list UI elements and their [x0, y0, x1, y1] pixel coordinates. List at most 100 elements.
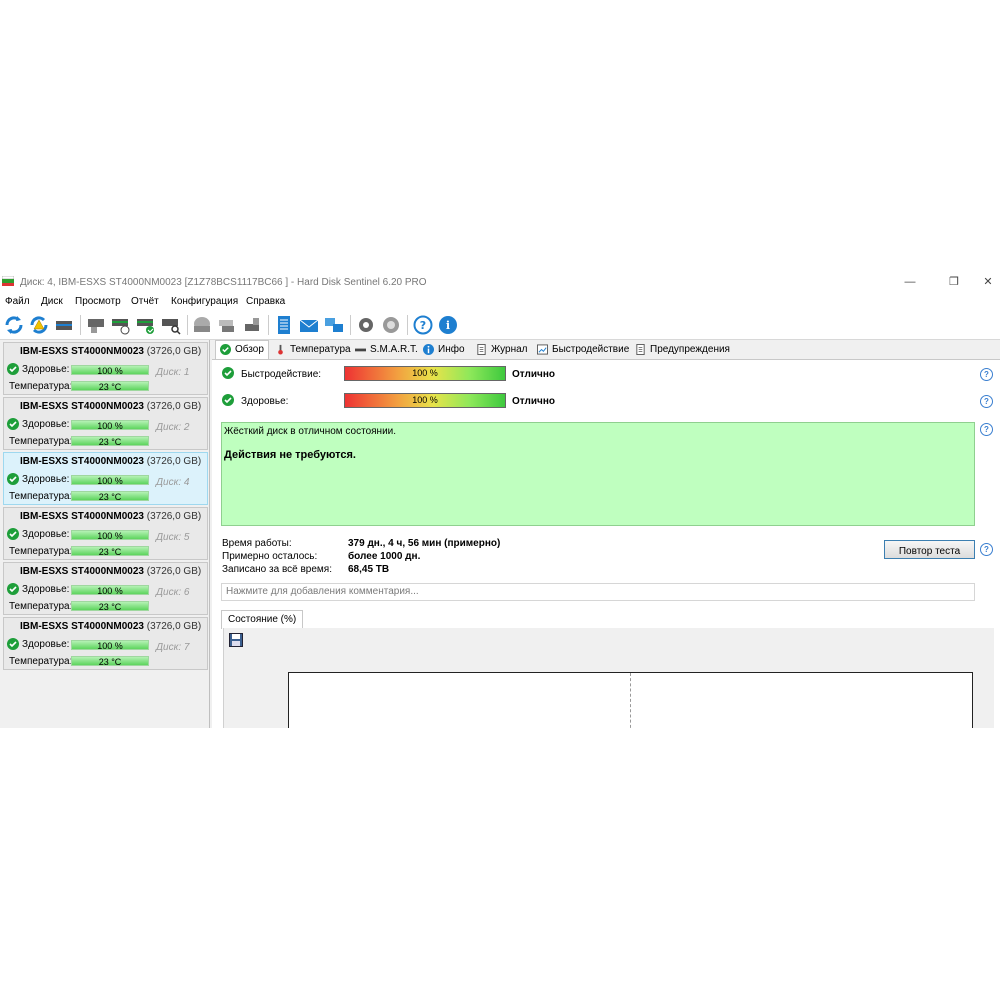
status-chart-area [288, 672, 973, 728]
tab-overview[interactable]: Обзор [215, 340, 269, 360]
temperature-bar: 23 °C [71, 546, 149, 557]
sound-icon[interactable] [380, 314, 402, 336]
disk-number: Диск: 6 [156, 587, 190, 598]
disk-model: IBM-ESXS ST4000NM0023 [20, 456, 144, 467]
drive-alt-icon[interactable] [241, 314, 263, 336]
settings-icon[interactable] [355, 314, 377, 336]
health-bar: 100 % [344, 393, 506, 408]
menu-file[interactable]: Файл [5, 296, 30, 307]
refresh-icon[interactable] [3, 314, 25, 336]
menu-view[interactable]: Просмотр [75, 296, 121, 307]
tab-label: Быстродействие [552, 344, 630, 355]
health-label: Здоровье: [22, 474, 70, 485]
info-icon[interactable]: i [437, 314, 459, 336]
comment-field[interactable]: Нажмите для добавления комментария... [221, 583, 975, 601]
tab-label: Журнал [491, 344, 528, 355]
refresh-warning-icon[interactable] [28, 314, 50, 336]
title-bar[interactable]: Диск: 4, IBM-ESXS ST4000NM0023 [Z1Z78BCS… [0, 272, 1000, 293]
health-label: Здоровье: [22, 364, 70, 375]
status-box: Жёсткий диск в отличном состоянии. Дейст… [221, 422, 975, 526]
disk-list: IBM-ESXS ST4000NM0023 (3726,0 GB) Здоровь… [0, 340, 210, 728]
minimize-button[interactable]: — [892, 272, 928, 293]
menu-configuration[interactable]: Конфигурация [171, 296, 238, 307]
drive-icon[interactable] [191, 314, 213, 336]
disk-number: Диск: 5 [156, 532, 190, 543]
disk-item[interactable]: IBM-ESXS ST4000NM0023 (3726,0 GB) Здоровь… [3, 452, 208, 505]
report-icon[interactable] [273, 314, 295, 336]
disk-item[interactable]: IBM-ESXS ST4000NM0023 (3726,0 GB) Здоровь… [3, 562, 208, 615]
disk-name: IBM-ESXS ST4000NM0023 (3726,0 GB) [20, 401, 201, 412]
help-icon[interactable]: ? [980, 423, 993, 436]
disk-model: IBM-ESXS ST4000NM0023 [20, 401, 144, 412]
temperature-bar: 23 °C [71, 601, 149, 612]
disk-model: IBM-ESXS ST4000NM0023 [20, 566, 144, 577]
disk-search-icon[interactable] [160, 314, 182, 336]
retest-button[interactable]: Повтор теста [884, 540, 975, 559]
tab-performance[interactable]: Быстродействие [537, 341, 629, 359]
help-icon[interactable]: ? [980, 395, 993, 408]
chart-icon [537, 344, 548, 355]
disk-item[interactable]: IBM-ESXS ST4000NM0023 (3726,0 GB) Здоровь… [3, 507, 208, 560]
performance-bar: 100 % [344, 366, 506, 381]
disk-item[interactable]: IBM-ESXS ST4000NM0023 (3726,0 GB) Здоровь… [3, 397, 208, 450]
remaining-label: Примерно осталось: [222, 551, 318, 562]
toolbar-separator [350, 315, 351, 335]
remaining-value: более 1000 дн. [348, 551, 421, 562]
status-text: Жёсткий диск в отличном состоянии. [224, 426, 397, 437]
chart-gridline [630, 673, 631, 728]
close-button[interactable]: ✕ [970, 272, 1000, 293]
tab-temperature[interactable]: Температура [275, 341, 351, 359]
disk-size: (3726,0 GB) [146, 566, 202, 577]
health-bar: 100 % [71, 420, 149, 431]
menu-report[interactable]: Отчёт [131, 296, 159, 307]
drives-icon[interactable] [216, 314, 238, 336]
disk-number: Диск: 2 [156, 422, 190, 433]
check-icon [7, 473, 19, 485]
tab-log[interactable]: Журнал [476, 341, 528, 359]
temperature-bar: 23 °C [71, 381, 149, 392]
health-bar: 100 % [71, 475, 149, 486]
tab-info[interactable]: Инфо [423, 341, 465, 359]
help-icon[interactable]: ? [980, 543, 993, 556]
help-icon[interactable]: ? [412, 314, 434, 336]
maximize-button[interactable]: ❐ [936, 272, 972, 293]
disk-size: (3726,0 GB) [146, 456, 202, 467]
disk-item[interactable]: IBM-ESXS ST4000NM0023 (3726,0 GB) Здоровь… [3, 342, 208, 395]
health-bar: 100 % [71, 585, 149, 596]
temperature-label: Температура: [9, 546, 73, 557]
svg-text:i: i [446, 319, 450, 332]
document-icon [636, 343, 645, 355]
mail-icon[interactable] [298, 314, 320, 336]
disk-name: IBM-ESXS ST4000NM0023 (3726,0 GB) [20, 621, 201, 632]
disk-icon[interactable] [53, 314, 75, 336]
disk-size: (3726,0 GB) [146, 621, 202, 632]
disk-size: (3726,0 GB) [146, 346, 202, 357]
tab-status-percent[interactable]: Состояние (%) [221, 610, 304, 629]
toolbar-separator [268, 315, 269, 335]
overview-panel: Быстродействие: 100 % Отлично ? Здоровье… [212, 359, 1000, 728]
status-chart-pane [223, 628, 994, 728]
written-value: 68,45 TB [348, 564, 390, 575]
disk-gray-icon[interactable] [85, 314, 107, 336]
health-bar: 100 % [71, 365, 149, 376]
disk-check-icon[interactable] [135, 314, 157, 336]
disk-item[interactable]: IBM-ESXS ST4000NM0023 (3726,0 GB) Здоровь… [3, 617, 208, 670]
tab-alerts[interactable]: Предупреждения [635, 341, 730, 359]
check-icon [7, 638, 19, 650]
disk-size: (3726,0 GB) [146, 401, 202, 412]
help-icon[interactable]: ? [980, 368, 993, 381]
tab-smart[interactable]: S.M.A.R.T. [355, 341, 418, 359]
check-icon [7, 583, 19, 595]
uptime-value: 379 дн., 4 ч, 56 мин (примерно) [348, 538, 501, 549]
tab-label: Обзор [235, 344, 264, 355]
status-action-text: Действия не требуются. [224, 449, 356, 461]
disk-model: IBM-ESXS ST4000NM0023 [20, 346, 144, 357]
network-icon[interactable] [323, 314, 345, 336]
save-icon[interactable] [229, 633, 243, 647]
written-label: Записано за всё время: [222, 564, 332, 575]
tab-label: Инфо [438, 344, 465, 355]
disk-size: (3726,0 GB) [146, 511, 202, 522]
disk-clock-icon[interactable] [110, 314, 132, 336]
menu-help[interactable]: Справка [246, 296, 285, 307]
menu-disk[interactable]: Диск [41, 296, 63, 307]
